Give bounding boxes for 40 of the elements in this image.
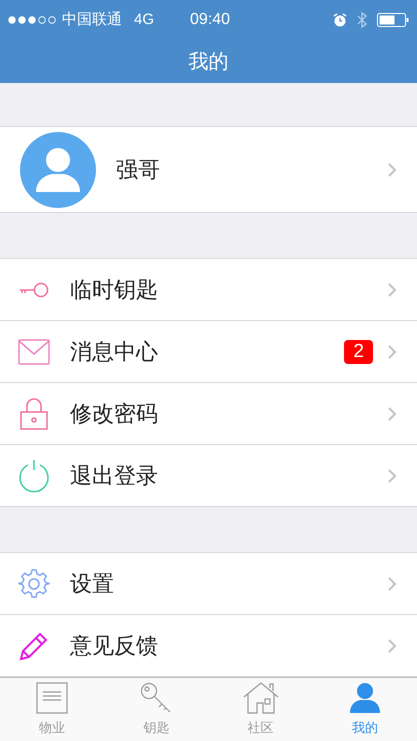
menu-label: 意见反馈 — [70, 632, 159, 660]
chevron-right-icon — [387, 638, 397, 654]
menu-item[interactable]: 意见反馈 — [0, 615, 417, 677]
house-icon — [242, 682, 279, 714]
chevron-right-icon — [387, 162, 397, 178]
menu-item[interactable]: 退出登录 — [0, 445, 417, 507]
menu-label: 修改密码 — [70, 400, 159, 428]
bluetooth-icon — [357, 12, 367, 28]
page-title: 我的 — [188, 50, 228, 74]
gear-icon — [18, 568, 50, 600]
avatar-icon — [20, 132, 96, 208]
menu-item[interactable]: 消息中心 2 — [0, 321, 417, 383]
envelope-icon — [18, 338, 50, 364]
menu-label: 临时钥匙 — [70, 276, 159, 304]
profile-row[interactable]: 强哥 — [0, 127, 417, 213]
person-icon — [348, 682, 381, 714]
padlock-icon — [19, 398, 49, 430]
menu-item[interactable]: 临时钥匙 — [0, 259, 417, 321]
menu-label: 设置 — [70, 570, 115, 598]
chevron-right-icon — [387, 406, 397, 422]
battery-icon — [377, 13, 409, 27]
menu-label: 退出登录 — [70, 462, 159, 490]
signal-icon — [8, 16, 56, 24]
carrier-name: 中国联通 — [62, 10, 122, 30]
chevron-right-icon — [387, 282, 397, 298]
network-type: 4G — [134, 10, 154, 30]
chevron-right-icon — [387, 344, 397, 360]
notification-badge: 2 — [344, 340, 373, 364]
chevron-right-icon — [387, 468, 397, 484]
power-icon — [18, 458, 50, 492]
menu-item[interactable]: 修改密码 — [0, 383, 417, 445]
clock: 09:40 — [190, 10, 230, 30]
menu-label: 消息中心 — [70, 338, 159, 366]
chevron-right-icon — [387, 576, 397, 592]
alarm-icon — [333, 13, 347, 27]
key-icon — [18, 282, 50, 298]
key-icon — [140, 682, 172, 714]
user-name: 强哥 — [116, 156, 161, 184]
menu-item[interactable]: 设置 — [0, 553, 417, 615]
document-icon — [36, 682, 68, 714]
